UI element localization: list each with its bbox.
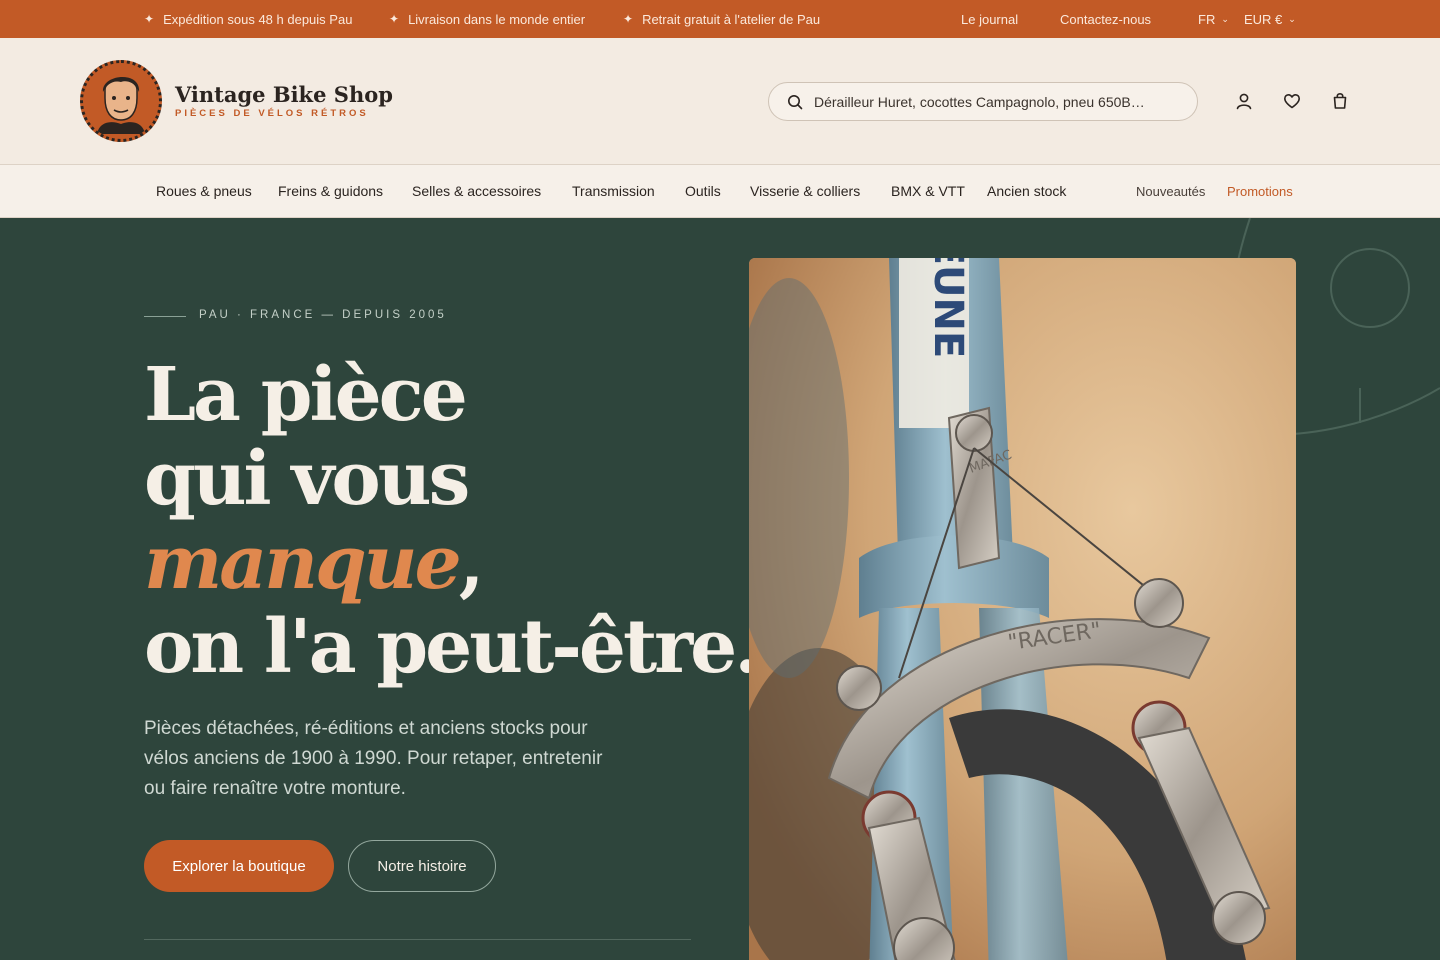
- brand-tagline: PIÈCES DE VÉLOS RÉTROS: [175, 108, 369, 119]
- hero-photo-bike-brake: EUNE MAFAC "RACER": [749, 258, 1296, 960]
- search-bar[interactable]: [768, 82, 1198, 121]
- hero-divider: [144, 939, 691, 940]
- nav-item-tools[interactable]: Outils: [685, 165, 721, 217]
- main-navigation: Roues & pneus Freins & guidons Selles & …: [0, 165, 1440, 218]
- headline-line-1: La pièce: [144, 352, 468, 438]
- nav-item-brakes-bars[interactable]: Freins & guidons: [278, 165, 383, 217]
- user-icon: [1236, 93, 1252, 110]
- promo-pickup: ✦ Retrait gratuit à l'atelier de Pau: [623, 0, 820, 38]
- hero-section: PAU · FRANCE — DEPUIS 2005 La pièce qui …: [0, 218, 1440, 960]
- search-input[interactable]: [814, 93, 1174, 110]
- headline-comma: ,: [458, 520, 485, 606]
- nav-item-wheels-tires[interactable]: Roues & pneus: [156, 165, 252, 217]
- promo-text: Livraison dans le monde entier: [408, 11, 586, 27]
- currency-selector[interactable]: EUR € ⌄: [1244, 0, 1296, 38]
- promo-worldwide: ✦ Livraison dans le monde entier: [389, 0, 585, 38]
- logo-portrait-icon: [97, 76, 145, 134]
- promo-text: Retrait gratuit à l'atelier de Pau: [642, 11, 821, 27]
- nav-item-old-stock[interactable]: Ancien stock: [987, 165, 1066, 217]
- hero-eyebrow: PAU · FRANCE — DEPUIS 2005: [199, 309, 447, 321]
- promo-text: Expédition sous 48 h depuis Pau: [163, 11, 353, 27]
- our-story-button[interactable]: Notre histoire: [348, 840, 496, 892]
- account-button[interactable]: [1233, 90, 1255, 112]
- bag-icon: [1333, 92, 1347, 109]
- hero-headline: La pièce qui vous manque, on l'a peut-êt…: [144, 352, 760, 690]
- headline-line-3: manque,: [144, 521, 704, 605]
- nav-item-new-arrivals[interactable]: Nouveautés: [1136, 165, 1205, 217]
- frame-decal-text: EUNE: [925, 258, 971, 358]
- sparkle-icon: ✦: [623, 12, 634, 26]
- nav-item-saddles-accessories[interactable]: Selles & accessoires: [412, 165, 541, 217]
- nav-item-bmx-mtb[interactable]: BMX & VTT: [891, 165, 965, 217]
- journal-link[interactable]: Le journal: [961, 0, 1018, 38]
- heart-icon: [1284, 94, 1300, 109]
- promo-shipping: ✦ Expédition sous 48 h depuis Pau: [144, 0, 352, 38]
- eyebrow-divider: [144, 316, 186, 317]
- nav-item-hardware[interactable]: Visserie & colliers: [750, 165, 860, 217]
- contact-link[interactable]: Contactez-nous: [1060, 0, 1151, 38]
- language-selector[interactable]: FR ⌄: [1198, 0, 1229, 38]
- explore-shop-button[interactable]: Explorer la boutique: [144, 840, 334, 892]
- site-header: Vintage Bike Shop PIÈCES DE VÉLOS RÉTROS: [0, 38, 1440, 165]
- wishlist-button[interactable]: [1281, 90, 1303, 112]
- sparkle-icon: ✦: [144, 12, 155, 26]
- logo-badge[interactable]: [80, 60, 162, 142]
- brand-name[interactable]: Vintage Bike Shop: [175, 82, 393, 107]
- headline-emphasis: manque: [144, 520, 462, 606]
- sparkle-icon: ✦: [389, 12, 400, 26]
- search-icon: [788, 94, 803, 109]
- nav-item-drivetrain[interactable]: Transmission: [572, 165, 655, 217]
- language-value: FR: [1198, 11, 1216, 27]
- nav-item-promotions[interactable]: Promotions: [1227, 165, 1293, 217]
- top-announcement-bar: ✦ Expédition sous 48 h depuis Pau ✦ Livr…: [0, 0, 1440, 38]
- hero-description: Pièces détachées, ré-éditions et anciens…: [144, 718, 603, 799]
- bike-brake-illustration: EUNE MAFAC "RACER": [749, 258, 1296, 960]
- headline-line-2: qui vous: [144, 436, 470, 522]
- currency-value: EUR €: [1244, 11, 1283, 27]
- chevron-down-icon: ⌄: [1288, 13, 1296, 24]
- headline-line-4: on l'a peut-être.: [144, 604, 760, 690]
- cart-button[interactable]: [1329, 90, 1351, 112]
- chevron-down-icon: ⌄: [1221, 13, 1229, 24]
